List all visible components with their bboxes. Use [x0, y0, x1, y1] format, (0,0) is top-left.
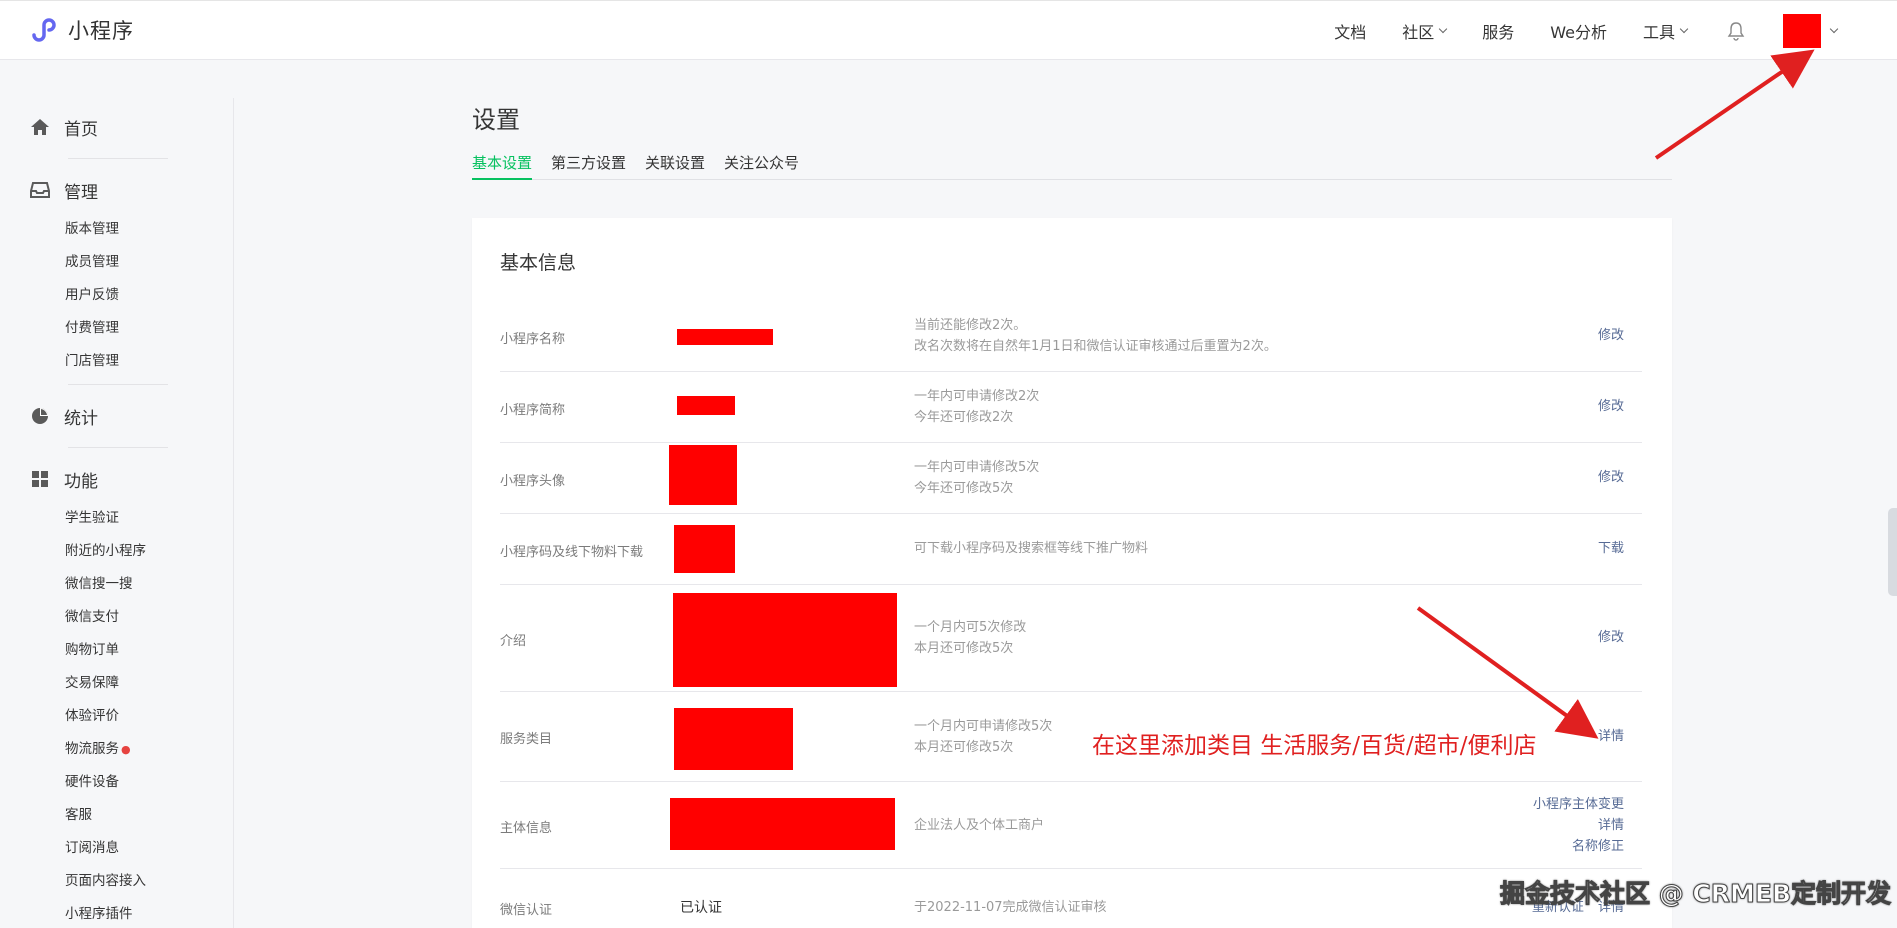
- sidebar-item-shopping-orders[interactable]: 购物订单: [0, 634, 233, 667]
- app-name: 小程序: [68, 19, 134, 43]
- info-row-entity: 主体信息 企业法人及个体工商户 小程序主体变更 详情 名称修正: [500, 782, 1642, 869]
- info-row-avatar: 小程序头像 一年内可申请修改5次 今年还可修改5次 修改: [500, 443, 1642, 514]
- redacted-category: [674, 708, 793, 770]
- sidebar-item-plugins[interactable]: 小程序插件: [0, 898, 233, 928]
- row-label: 小程序简称: [500, 403, 566, 418]
- inbox-icon: [30, 180, 50, 200]
- nav-we-analytics[interactable]: We分析: [1550, 19, 1607, 43]
- service-category-detail-link[interactable]: 详情: [1598, 726, 1624, 747]
- entity-change-link[interactable]: 小程序主体变更: [1533, 794, 1624, 815]
- notification-dot: ●: [121, 743, 131, 756]
- row-description: 一个月内可5次修改 本月还可修改5次: [914, 620, 1027, 656]
- bell-icon[interactable]: [1727, 21, 1745, 41]
- download-qrcode-link[interactable]: 下载: [1598, 538, 1624, 559]
- sidebar-item-member-manage[interactable]: 成员管理: [0, 246, 233, 279]
- tab-third-party-settings[interactable]: 第三方设置: [551, 150, 626, 180]
- info-row-wechat-cert: 微信认证 已认证 于2022-11-07完成微信认证审核 重新认证 详情: [500, 869, 1642, 928]
- info-row-intro: 介绍 一个月内可5次修改 本月还可修改5次 修改: [500, 585, 1642, 692]
- redacted-avatar: [669, 445, 737, 505]
- info-row-qrcode: 小程序码及线下物料下载 可下载小程序码及搜索框等线下推广物料 下载: [500, 514, 1642, 585]
- sidebar-item-store-manage[interactable]: 门店管理: [0, 345, 233, 378]
- row-label: 主体信息: [500, 821, 553, 836]
- miniprogram-logo-icon: [32, 18, 56, 42]
- sidebar-item-wechat-pay[interactable]: 微信支付: [0, 601, 233, 634]
- modify-name-link[interactable]: 修改: [1598, 325, 1624, 346]
- entity-actions: 小程序主体变更 详情 名称修正: [1533, 794, 1624, 857]
- sidebar-item-user-feedback[interactable]: 用户反馈: [0, 279, 233, 312]
- row-label: 小程序头像: [500, 474, 566, 489]
- sidebar-item-subscription-message[interactable]: 订阅消息: [0, 832, 233, 865]
- info-row-name: 小程序名称 当前还能修改2次。 改名次数将在自然年1月1日和微信认证审核通过后重置…: [500, 298, 1642, 372]
- sidebar-item-logistics[interactable]: 物流服务 ●: [0, 733, 233, 766]
- row-description: 一年内可申请修改5次 今年还可修改5次: [914, 460, 1040, 496]
- row-description: 一个月内可申请修改5次 本月还可修改5次: [914, 719, 1053, 755]
- row-description: 可下载小程序码及搜索框等线下推广物料: [914, 541, 1149, 556]
- top-nav: 文档 社区 服务 We分析 工具: [1298, 1, 1839, 61]
- pie-chart-icon: [30, 406, 50, 426]
- sidebar-item-wechat-search[interactable]: 微信搜一搜: [0, 568, 233, 601]
- top-bar: 小程序 文档 社区 服务 We分析 工具: [0, 0, 1897, 60]
- name-correction-link[interactable]: 名称修正: [1533, 836, 1624, 857]
- modify-intro-link[interactable]: 修改: [1598, 627, 1624, 648]
- nav-docs[interactable]: 文档: [1334, 19, 1366, 43]
- sidebar: 首页 管理 版本管理 成员管理 用户反馈 付费管理 门店管理 统计 功能 学生验…: [0, 98, 234, 928]
- sidebar-item-features[interactable]: 功能: [0, 464, 233, 494]
- side-handle[interactable]: [1888, 508, 1897, 596]
- redacted-value: [677, 396, 735, 415]
- tab-association-settings[interactable]: 关联设置: [645, 150, 705, 180]
- nav-services[interactable]: 服务: [1482, 19, 1514, 43]
- nav-community[interactable]: 社区: [1402, 19, 1448, 43]
- tab-follow-official-account[interactable]: 关注公众号: [724, 150, 799, 180]
- redacted-intro: [673, 593, 897, 687]
- app-logo[interactable]: 小程序: [30, 15, 134, 45]
- row-label: 服务类目: [500, 732, 553, 747]
- info-row-short-name: 小程序简称 一年内可申请修改2次 今年还可修改2次 修改: [500, 372, 1642, 443]
- page-title: 设置: [472, 106, 520, 134]
- chevron-down-icon[interactable]: [1829, 24, 1839, 34]
- annotation-text: 在这里添加类目 生活服务/百货/超市/便利店: [1092, 733, 1537, 759]
- redacted-entity: [670, 798, 895, 850]
- row-description: 企业法人及个体工商户: [914, 818, 1045, 833]
- row-label: 介绍: [500, 634, 527, 649]
- sidebar-item-customer-service[interactable]: 客服: [0, 799, 233, 832]
- redacted-value: [677, 329, 773, 345]
- grid-icon: [30, 469, 50, 489]
- sidebar-item-version-manage[interactable]: 版本管理: [0, 213, 233, 246]
- chevron-down-icon: [1438, 24, 1448, 34]
- avatar[interactable]: [1783, 14, 1821, 48]
- sidebar-item-stats[interactable]: 统计: [0, 401, 233, 431]
- chevron-down-icon: [1679, 24, 1689, 34]
- basic-info-card: 基本信息 小程序名称 当前还能修改2次。 改名次数将在自然年1月1日和微信认证审核…: [472, 218, 1672, 928]
- sidebar-item-trade-guarantee[interactable]: 交易保障: [0, 667, 233, 700]
- arrow-to-avatar: [1654, 49, 1815, 160]
- cert-status-value: 已认证: [680, 900, 722, 916]
- sidebar-item-experience-review[interactable]: 体验评价: [0, 700, 233, 733]
- row-label: 微信认证: [500, 903, 553, 918]
- sidebar-item-manage[interactable]: 管理: [0, 175, 233, 205]
- modify-short-name-link[interactable]: 修改: [1598, 396, 1624, 417]
- redacted-qrcode: [674, 525, 735, 573]
- tab-basic-settings[interactable]: 基本设置: [472, 150, 533, 180]
- sidebar-item-payment-manage[interactable]: 付费管理: [0, 312, 233, 345]
- home-icon: [30, 117, 50, 137]
- modify-avatar-link[interactable]: 修改: [1598, 467, 1624, 488]
- settings-tabs: 基本设置 第三方设置 关联设置 关注公众号: [472, 150, 1672, 180]
- row-description: 当前还能修改2次。 改名次数将在自然年1月1日和微信认证审核通过后重置为2次。: [914, 318, 1277, 354]
- sidebar-item-page-content[interactable]: 页面内容接入: [0, 865, 233, 898]
- sidebar-item-home[interactable]: 首页: [0, 112, 233, 142]
- row-label: 小程序名称: [500, 332, 566, 347]
- row-description: 一年内可申请修改2次 今年还可修改2次: [914, 389, 1040, 425]
- nav-tools[interactable]: 工具: [1643, 19, 1689, 43]
- sidebar-item-student-verify[interactable]: 学生验证: [0, 502, 233, 535]
- watermark: 掘金技术社区 @ CRMEB定制开发: [1499, 879, 1892, 909]
- row-label: 小程序码及线下物料下载: [500, 545, 644, 560]
- sidebar-item-nearby-miniprogram[interactable]: 附近的小程序: [0, 535, 233, 568]
- row-description: 于2022-11-07完成微信认证审核: [914, 900, 1107, 915]
- sidebar-item-hardware[interactable]: 硬件设备: [0, 766, 233, 799]
- entity-detail-link[interactable]: 详情: [1533, 815, 1624, 836]
- section-title: 基本信息: [500, 252, 577, 274]
